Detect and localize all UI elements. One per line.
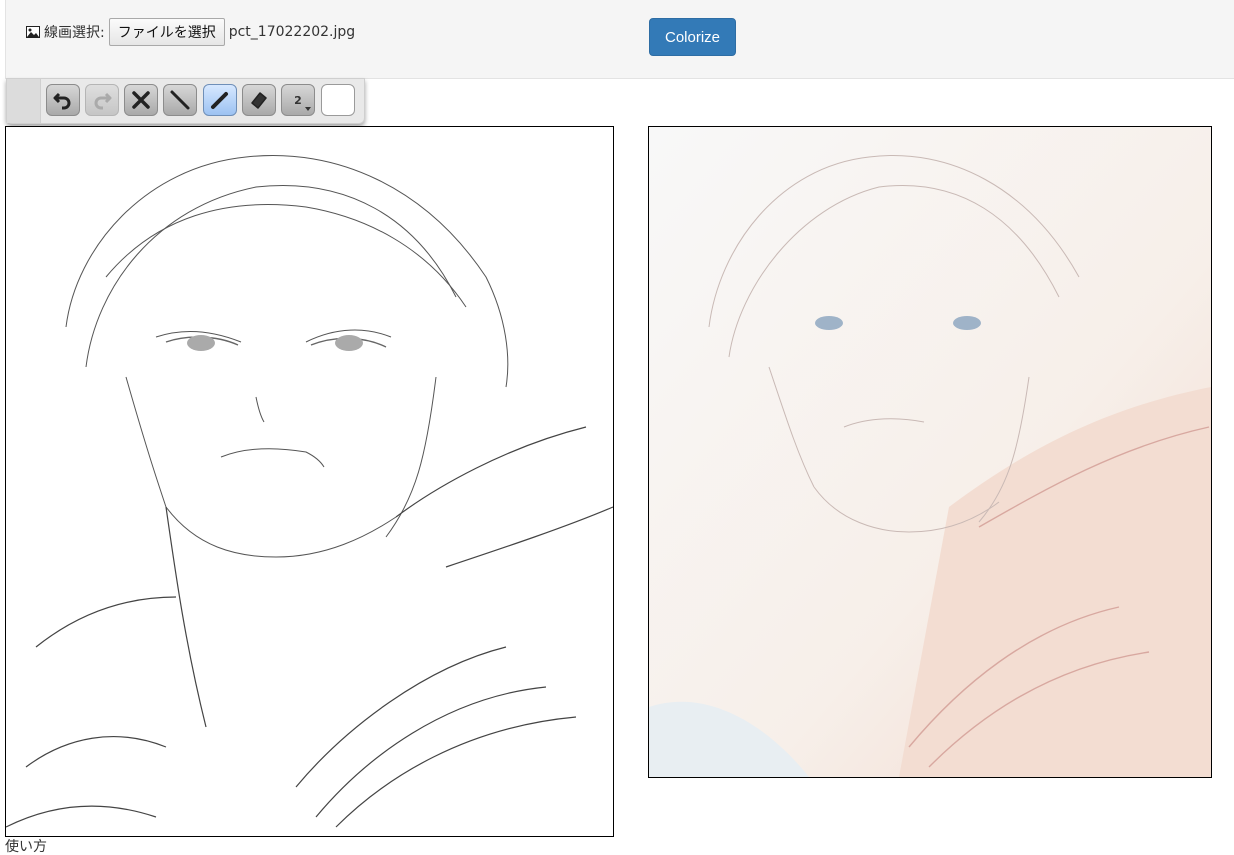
drawing-toolbar: 2 <box>6 78 365 124</box>
choose-file-button[interactable]: ファイルを選択 <box>108 18 225 46</box>
line-tool-button[interactable] <box>163 84 197 116</box>
selected-file-name: pct_17022202.jpg <box>228 24 356 40</box>
line-art-image <box>6 155 613 828</box>
undo-icon <box>53 92 71 110</box>
redo-button[interactable] <box>85 84 119 116</box>
undo-button[interactable] <box>46 84 80 116</box>
pencil-icon <box>211 92 228 109</box>
top-panel: 線画選択: ファイルを選択 pct_17022202.jpg Colorize <box>5 0 1234 79</box>
file-select-row: 線画選択: ファイルを選択 pct_17022202.jpg <box>26 18 355 46</box>
clear-icon <box>132 91 150 109</box>
redo-icon <box>94 92 112 110</box>
picture-icon <box>26 26 40 38</box>
usage-link[interactable]: 使い方 <box>5 839 47 855</box>
toolbar-grip[interactable] <box>7 79 41 123</box>
line-icon <box>170 90 190 110</box>
line-art-canvas[interactable] <box>5 126 614 837</box>
brush-size-button[interactable]: 2 <box>281 84 315 116</box>
dropdown-triangle-icon <box>305 107 311 111</box>
eraser-tool-button[interactable] <box>242 84 276 116</box>
line-art-label: 線画選択: <box>44 25 105 41</box>
colorize-button[interactable]: Colorize <box>649 18 736 56</box>
colorized-image <box>649 127 1211 777</box>
color-swatch <box>325 88 351 112</box>
eraser-icon <box>251 92 267 109</box>
clear-button[interactable] <box>124 84 158 116</box>
colorized-result <box>648 126 1212 778</box>
pencil-tool-button[interactable] <box>203 84 237 116</box>
color-swatch-button[interactable] <box>321 84 355 116</box>
size-icon: 2 <box>294 93 302 107</box>
